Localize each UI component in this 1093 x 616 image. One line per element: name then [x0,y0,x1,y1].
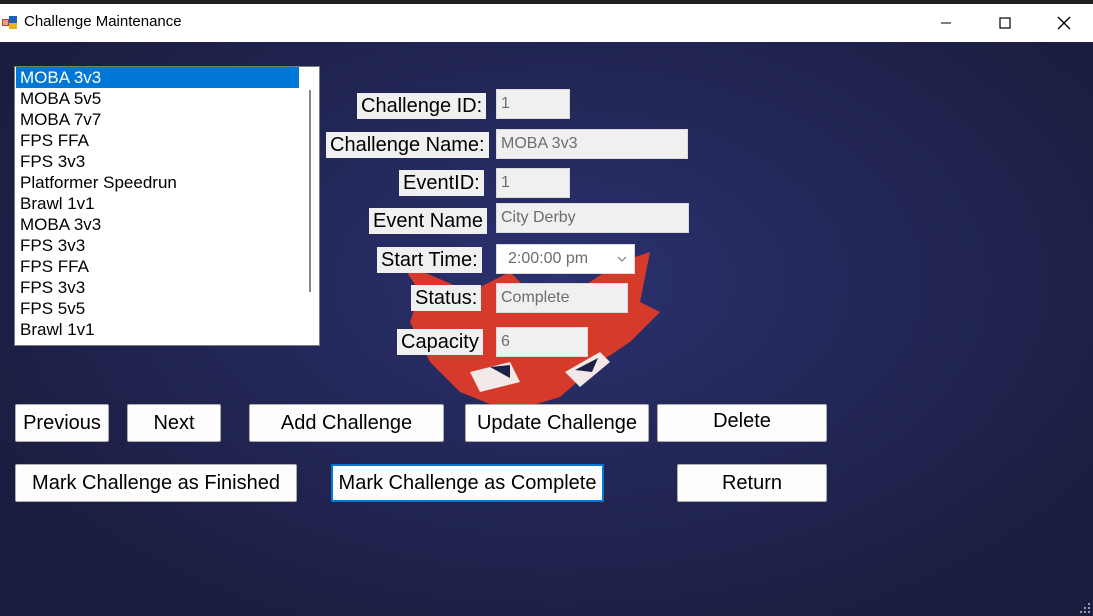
list-item[interactable]: FPS 3v3 [16,277,299,298]
maximize-icon [999,17,1011,29]
challenge-name-field[interactable]: MOBA 3v3 [496,129,688,159]
challenge-name-label: Challenge Name: [326,132,489,158]
list-item[interactable]: Brawl 1v1 [16,193,299,214]
list-item[interactable]: FPS FFA [16,256,299,277]
start-time-picker[interactable]: 2:00:00 pm [496,244,635,274]
update-challenge-button[interactable]: Update Challenge [465,404,649,442]
close-icon [1057,16,1071,30]
event-id-field[interactable]: 1 [496,168,570,198]
event-id-label: EventID: [399,170,484,196]
challenge-id-label: Challenge ID: [357,93,487,119]
start-time-value: 2:00:00 pm [508,250,589,267]
app-icon [2,16,17,29]
maximize-button[interactable] [976,4,1034,42]
start-time-label: Start Time: [377,247,482,273]
listbox-scrollbar[interactable] [309,90,311,292]
challenge-id-field[interactable]: 1 [496,89,570,119]
list-item[interactable]: Platformer Speedrun [16,172,299,193]
list-item[interactable]: FPS 3v3 [16,151,299,172]
list-item[interactable]: FPS 5v5 [16,298,299,319]
chevron-down-icon [617,256,627,262]
mark-finished-button[interactable]: Mark Challenge as Finished [15,464,297,502]
status-field[interactable]: Complete [496,283,628,313]
list-item[interactable]: MOBA 7v7 [16,109,299,130]
resize-grip-icon[interactable] [1079,602,1091,614]
list-item[interactable]: MOBA 3v3 [16,214,299,235]
title-bar: Challenge Maintenance [0,0,1093,42]
close-button[interactable] [1035,4,1093,42]
event-name-label: Event Name [369,208,488,234]
challenges-listbox[interactable]: MOBA 3v3 MOBA 5v5 MOBA 7v7 FPS FFA FPS 3v3 Pl… [14,66,320,346]
mark-complete-button[interactable]: Mark Challenge as Complete [331,464,604,502]
list-item[interactable]: Brawl 1v1 [16,319,299,340]
next-button[interactable]: Next [127,404,221,442]
list-item[interactable]: MOBA 5v5 [16,88,299,109]
delete-button[interactable]: Delete [657,404,827,442]
minimize-button[interactable] [917,4,975,42]
capacity-label: Capacity [397,329,483,355]
window-title: Challenge Maintenance [24,13,182,30]
capacity-field[interactable]: 6 [496,327,588,357]
return-button[interactable]: Return [677,464,827,502]
event-name-field[interactable]: City Derby [496,203,689,233]
list-item[interactable]: FPS 3v3 [16,235,299,256]
previous-button[interactable]: Previous [15,404,109,442]
add-challenge-button[interactable]: Add Challenge [249,404,444,442]
list-item[interactable]: MOBA 3v3 [16,67,299,88]
form-client-area: MOBA 3v3 MOBA 5v5 MOBA 7v7 FPS FFA FPS 3v3 Pl… [0,42,1093,616]
status-label: Status: [411,285,482,311]
minimize-icon [941,22,951,24]
list-item[interactable]: FPS FFA [16,130,299,151]
